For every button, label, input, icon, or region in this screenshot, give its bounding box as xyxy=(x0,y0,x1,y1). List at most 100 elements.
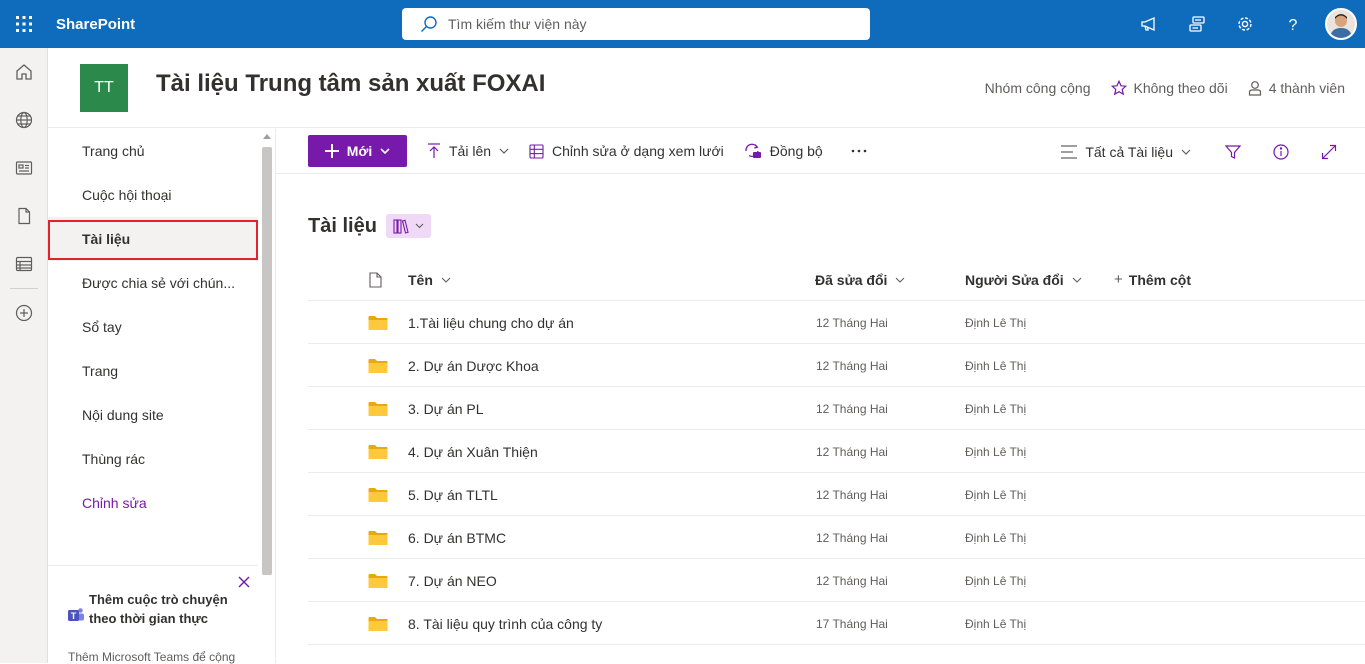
fullscreen-button[interactable] xyxy=(1305,129,1353,174)
modified-by[interactable]: Định Lê Thị xyxy=(965,559,1026,602)
app-bar xyxy=(0,48,48,663)
modified-by-column-header[interactable]: Người Sửa đổi xyxy=(965,258,1082,301)
suite-actions: ? xyxy=(1125,0,1365,48)
nav-item-notebook[interactable]: Sổ tay xyxy=(48,305,258,349)
add-column-button[interactable]: + Thêm cột xyxy=(1114,258,1191,301)
person-icon xyxy=(1248,80,1262,96)
folder-name-link[interactable]: 6. Dự án BTMC xyxy=(408,516,506,559)
new-button[interactable]: Mới xyxy=(308,135,407,167)
info-icon xyxy=(1273,143,1289,160)
promo-close-button[interactable] xyxy=(238,576,250,588)
settings-button[interactable] xyxy=(1221,0,1269,48)
appbar-lists[interactable] xyxy=(0,240,48,288)
sync-button[interactable]: Đồng bộ xyxy=(744,135,823,167)
members-button[interactable]: 4 thành viên xyxy=(1248,80,1345,96)
site-title[interactable]: Tài liệu Trung tâm sản xuất FOXAI xyxy=(156,70,545,98)
folder-name-link[interactable]: 3. Dự án PL xyxy=(408,387,484,430)
folder-name-link[interactable]: 4. Dự án Xuân Thiện xyxy=(408,430,538,473)
chevron-down-icon xyxy=(441,277,451,283)
folder-name-link[interactable]: 7. Dự án NEO xyxy=(408,559,497,602)
scrollbar-thumb[interactable] xyxy=(262,147,272,575)
command-bar: Mới Tải lên Chỉnh sửa ở dạng xem lưới Đồ… xyxy=(276,129,1365,174)
grid-edit-button[interactable]: Chỉnh sửa ở dạng xem lưới xyxy=(529,135,724,167)
feedback-icon xyxy=(1189,16,1205,32)
modified-date: 12 Tháng Hai xyxy=(816,487,888,502)
appbar-news[interactable] xyxy=(0,144,48,192)
feedback-button[interactable] xyxy=(1173,0,1221,48)
nav-item-shared-with-us[interactable]: Được chia sẻ với chún... xyxy=(48,261,258,305)
new-button-label: Mới xyxy=(346,143,373,159)
folder-name-link[interactable]: 5. Dự án TLTL xyxy=(408,473,498,516)
promo-description: Thêm Microsoft Teams để cộng xyxy=(68,650,236,664)
filter-button[interactable] xyxy=(1209,129,1257,174)
svg-text:?: ? xyxy=(1289,17,1298,33)
modified-by[interactable]: Định Lê Thị xyxy=(965,387,1026,430)
close-icon xyxy=(238,576,250,588)
nav-item-home[interactable]: Trang chủ xyxy=(48,129,258,173)
search-box[interactable]: Tìm kiếm thư viện này xyxy=(402,8,870,40)
sync-icon xyxy=(744,143,762,159)
modified-by[interactable]: Định Lê Thị xyxy=(965,430,1026,473)
plus-icon xyxy=(324,144,339,158)
table-row[interactable]: 4. Dự án Xuân Thiện 12 Tháng Hai Định Lê T… xyxy=(308,430,1365,473)
search-input[interactable]: Tìm kiếm thư viện này xyxy=(448,16,587,32)
nav-item-recycle-bin[interactable]: Thùng rác xyxy=(48,437,258,481)
table-row[interactable]: 3. Dự án PL 12 Tháng Hai Định Lê Thị xyxy=(308,387,1365,430)
search-icon xyxy=(421,16,437,32)
sync-label: Đồng bộ xyxy=(769,143,823,159)
nav-item-conversations[interactable]: Cuộc hội thoại xyxy=(48,173,258,217)
info-button[interactable] xyxy=(1257,129,1305,174)
appbar-files[interactable] xyxy=(0,192,48,240)
table-row[interactable]: 5. Dự án TLTL 12 Tháng Hai Định Lê Thị xyxy=(308,473,1365,516)
modified-by[interactable]: Định Lê Thị xyxy=(965,516,1026,559)
promo-title: Thêm cuộc trò chuyện theo thời gian thực xyxy=(89,592,228,626)
folder-icon xyxy=(368,602,388,645)
more-actions-button[interactable] xyxy=(851,135,867,167)
modified-column-label: Đã sửa đổi xyxy=(815,271,888,288)
table-row[interactable]: 2. Dự án Dược Khoa 12 Tháng Hai Định Lê Th… xyxy=(308,344,1365,387)
scroll-up-arrow-icon[interactable] xyxy=(263,133,271,139)
folder-name-link[interactable]: 2. Dự án Dược Khoa xyxy=(408,344,539,387)
app-launcher-button[interactable] xyxy=(0,0,48,48)
whats-new-button[interactable] xyxy=(1125,0,1173,48)
file-type-column-header[interactable] xyxy=(369,258,382,301)
name-column-header[interactable]: Tên xyxy=(408,258,451,301)
folder-name-link[interactable]: 8. Tài liệu quy trình của công ty xyxy=(408,602,602,645)
filter-icon xyxy=(1225,144,1241,159)
nav-item-site-contents[interactable]: Nội dung site xyxy=(48,393,258,437)
appbar-sites[interactable] xyxy=(0,96,48,144)
table-row[interactable]: 7. Dự án NEO 12 Tháng Hai Định Lê Thị xyxy=(308,559,1365,602)
nav-item-pages[interactable]: Trang xyxy=(48,349,258,393)
user-avatar-button[interactable] xyxy=(1325,8,1357,40)
upload-button[interactable]: Tải lên xyxy=(427,135,509,167)
table-row[interactable]: 1.Tài liệu chung cho dự án 12 Tháng Hai Đị… xyxy=(308,301,1365,344)
modified-by[interactable]: Định Lê Thị xyxy=(965,344,1026,387)
modified-by[interactable]: Định Lê Thị xyxy=(965,602,1026,645)
nav-scrollbar[interactable] xyxy=(260,129,274,663)
app-brand-link[interactable]: SharePoint xyxy=(56,16,135,33)
appbar-home[interactable] xyxy=(0,48,48,96)
teams-promo-card: T Thêm cuộc trò chuyện theo thời gian th… xyxy=(48,565,258,664)
command-bar-right: Tất cả Tài liệu xyxy=(1041,129,1365,174)
list-header: Tên Đã sửa đổi Người Sửa đổi + Thêm cột xyxy=(308,258,1365,301)
folder-name-link[interactable]: 1.Tài liệu chung cho dự án xyxy=(408,301,574,344)
view-selector[interactable]: Tất cả Tài liệu xyxy=(1061,136,1191,168)
table-row[interactable]: 6. Dự án BTMC 12 Tháng Hai Định Lê Thị xyxy=(308,516,1365,559)
modified-date: 12 Tháng Hai xyxy=(816,358,888,373)
modified-by[interactable]: Định Lê Thị xyxy=(965,473,1026,516)
follow-button[interactable]: Không theo dõi xyxy=(1110,80,1228,96)
nav-edit-link[interactable]: Chỉnh sửa xyxy=(48,481,258,525)
table-row[interactable]: 8. Tài liệu quy trình của công ty 17 Thán… xyxy=(308,602,1365,645)
chevron-down-icon xyxy=(1181,149,1191,155)
home-icon xyxy=(16,64,32,80)
site-logo[interactable]: TT xyxy=(80,64,128,112)
library-view-switcher[interactable] xyxy=(385,214,431,238)
view-label: Tất cả Tài liệu xyxy=(1085,143,1173,160)
modified-column-header[interactable]: Đã sửa đổi xyxy=(815,258,905,301)
folder-icon xyxy=(368,387,388,430)
modified-by[interactable]: Định Lê Thị xyxy=(965,301,1026,344)
help-button[interactable]: ? xyxy=(1269,0,1317,48)
modified-date: 12 Tháng Hai xyxy=(816,401,888,416)
nav-item-documents[interactable]: Tài liệu xyxy=(48,217,258,261)
appbar-create[interactable] xyxy=(0,289,48,337)
